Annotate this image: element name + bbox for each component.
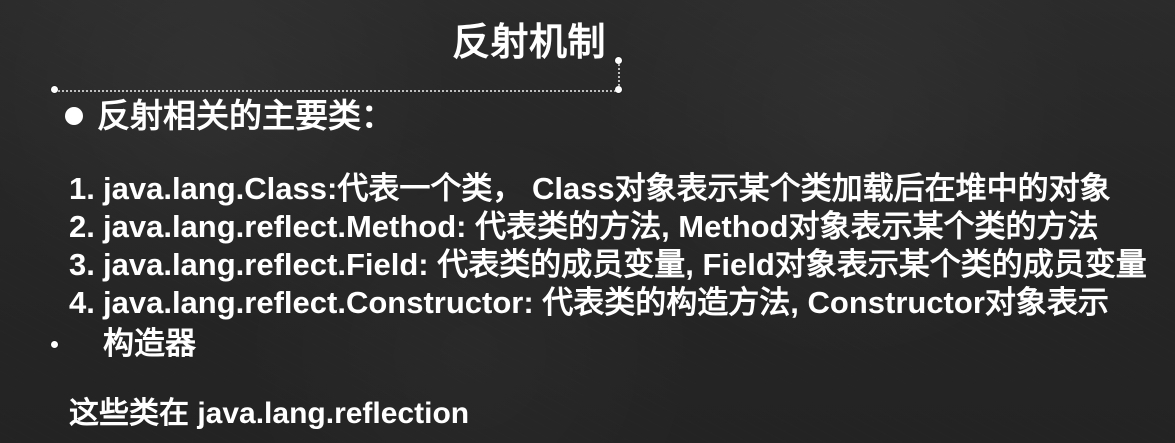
selection-handle-top-left-icon[interactable] [51,86,58,93]
section-heading-text: 反射相关的主要类： [97,97,394,134]
list-item-number: 4. [69,285,95,321]
list-item-text: java.lang.Class:代表一个类， Class对象表示某个类加载后在堆… [103,171,1111,206]
constructor-continuation-text[interactable]: 构造器 [103,326,196,361]
list-item-text: java.lang.reflect.Method: 代表类的方法, Method… [103,209,1099,245]
slide-title[interactable]: 反射机制 [452,24,606,62]
class-list[interactable]: 1. java.lang.Class:代表一个类， Class对象表示某个类加载… [69,171,1164,324]
selection-handle-title-icon[interactable] [615,57,622,64]
list-item-number: 3. [69,247,95,283]
bullet-icon [65,107,83,126]
list-item-method[interactable]: 2. java.lang.reflect.Method: 代表类的方法, Met… [69,209,1164,245]
list-item-number: 1. [69,171,95,206]
selection-handle-left-middle-icon[interactable] [51,341,58,348]
list-item-class[interactable]: 1. java.lang.Class:代表一个类， Class对象表示某个类加载… [69,171,1164,206]
list-item-text: java.lang.reflect.Constructor: 代表类的构造方法,… [103,285,1109,321]
selection-guide-top [55,90,619,92]
selection-handle-top-center-icon[interactable] [615,86,622,93]
list-item-field[interactable]: 3. java.lang.reflect.Field: 代表类的成员变量, Fi… [69,248,1164,282]
list-item-constructor[interactable]: 4. java.lang.reflect.Constructor: 代表类的构造… [69,286,1164,320]
section-heading[interactable]: 反射相关的主要类： [65,97,394,134]
list-item-number: 2. [69,209,95,245]
slide-canvas: 反射机制 反射相关的主要类： 1. java.lang.Class:代表一个类，… [0,0,1175,443]
list-item-text: java.lang.reflect.Field: 代表类的成员变量, Field… [103,247,1147,283]
footer-text[interactable]: 这些类在 java.lang.reflection [69,397,469,430]
